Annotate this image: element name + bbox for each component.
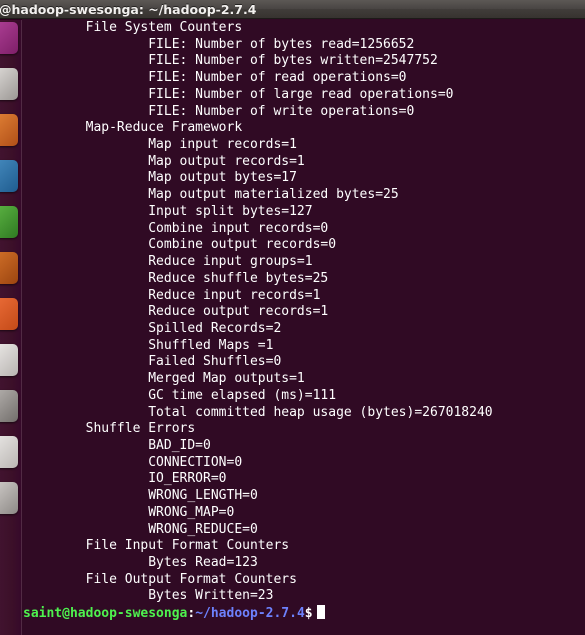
terminal-line: FILE: Number of bytes read=1256652 [23, 36, 415, 52]
files-nautilus-icon-glyph [0, 68, 18, 100]
terminal-cursor [316, 605, 325, 620]
terminal-line: File Output Format Counters [23, 571, 297, 587]
terminal-line: WRONG_MAP=0 [23, 504, 235, 520]
libreoffice-impress-icon-glyph [0, 252, 18, 284]
terminal-line: Map-Reduce Framework [23, 120, 243, 136]
unity-launcher[interactable] [0, 20, 22, 635]
text-editor-icon[interactable] [0, 436, 18, 468]
terminal-icon[interactable] [0, 482, 18, 514]
terminal-line: Total committed heap usage (bytes)=26701… [23, 404, 493, 420]
terminal-line: Reduce input groups=1 [23, 254, 313, 270]
libreoffice-writer-icon[interactable] [0, 160, 18, 192]
terminal-line: Combine output records=0 [23, 237, 337, 253]
window-title: @hadoop-swesonga: ~/hadoop-2.7.4 [0, 1, 257, 17]
terminal-line: WRONG_LENGTH=0 [23, 488, 258, 504]
terminal-line: Spilled Records=2 [23, 320, 282, 336]
terminal-line: Shuffle Errors [23, 421, 196, 437]
terminal-line: Reduce input records=1 [23, 287, 321, 303]
terminal-line: WRONG_REDUCE=0 [23, 521, 258, 537]
terminal-line: Shuffled Maps =1 [23, 337, 274, 353]
terminal-line: Map output bytes=17 [23, 170, 297, 186]
terminal-line: File System Counters [23, 20, 243, 35]
ubuntu-software-icon[interactable] [0, 298, 18, 330]
prompt-symbol: $ [304, 606, 313, 622]
amazon-icon[interactable] [0, 344, 18, 376]
terminal-prompt-line[interactable]: saint@hadoop-swesonga:~/hadoop-2.7.4$ [23, 605, 585, 622]
terminal-line: Map output materialized bytes=25 [23, 187, 399, 203]
libreoffice-calc-icon-glyph [0, 206, 18, 238]
terminal-line: FILE: Number of read operations=0 [23, 70, 407, 86]
terminal-line: FILE: Number of large read operations=0 [23, 86, 454, 102]
terminal-line: Failed Shuffles=0 [23, 354, 282, 370]
terminal-line: IO_ERROR=0 [23, 471, 227, 487]
terminal-line: Map output records=1 [23, 153, 305, 169]
desktop-screen: @hadoop-swesonga: ~/hadoop-2.7.4 File Sy… [0, 0, 585, 635]
libreoffice-writer-icon-glyph [0, 160, 18, 192]
text-editor-icon-glyph [0, 436, 18, 468]
dash-home-icon[interactable] [0, 22, 18, 54]
terminal-window[interactable]: File System Counters FILE: Number of byt… [23, 19, 585, 635]
prompt-path: ~/hadoop-2.7.4 [195, 606, 305, 622]
terminal-line: CONNECTION=0 [23, 454, 243, 470]
system-settings-icon-glyph [0, 390, 18, 422]
terminal-output: File System Counters FILE: Number of byt… [23, 20, 585, 622]
terminal-icon-glyph [0, 482, 18, 514]
files-nautilus-icon[interactable] [0, 68, 18, 100]
terminal-line: Bytes Written=23 [23, 588, 274, 604]
dash-home-icon-glyph [0, 22, 18, 54]
terminal-line: Map input records=1 [23, 137, 297, 153]
terminal-line: GC time elapsed (ms)=111 [23, 387, 337, 403]
ubuntu-software-icon-glyph [0, 298, 18, 330]
terminal-line: FILE: Number of write operations=0 [23, 103, 415, 119]
libreoffice-impress-icon[interactable] [0, 252, 18, 284]
terminal-line: BAD_ID=0 [23, 437, 211, 453]
system-settings-icon[interactable] [0, 390, 18, 422]
terminal-line: File Input Format Counters [23, 538, 290, 554]
terminal-line: FILE: Number of bytes written=2547752 [23, 53, 438, 69]
terminal-line: Reduce output records=1 [23, 304, 329, 320]
terminal-line: Bytes Read=123 [23, 555, 258, 570]
firefox-icon-glyph [0, 114, 18, 146]
terminal-line: Input split bytes=127 [23, 203, 313, 219]
libreoffice-calc-icon[interactable] [0, 206, 18, 238]
terminal-line: Merged Map outputs=1 [23, 371, 305, 387]
amazon-icon-glyph [0, 344, 18, 376]
window-titlebar[interactable]: @hadoop-swesonga: ~/hadoop-2.7.4 [0, 0, 585, 19]
firefox-icon[interactable] [0, 114, 18, 146]
terminal-line: Reduce shuffle bytes=25 [23, 270, 329, 286]
prompt-user-host: saint@hadoop-swesonga [23, 606, 188, 622]
terminal-line: Combine input records=0 [23, 220, 329, 236]
